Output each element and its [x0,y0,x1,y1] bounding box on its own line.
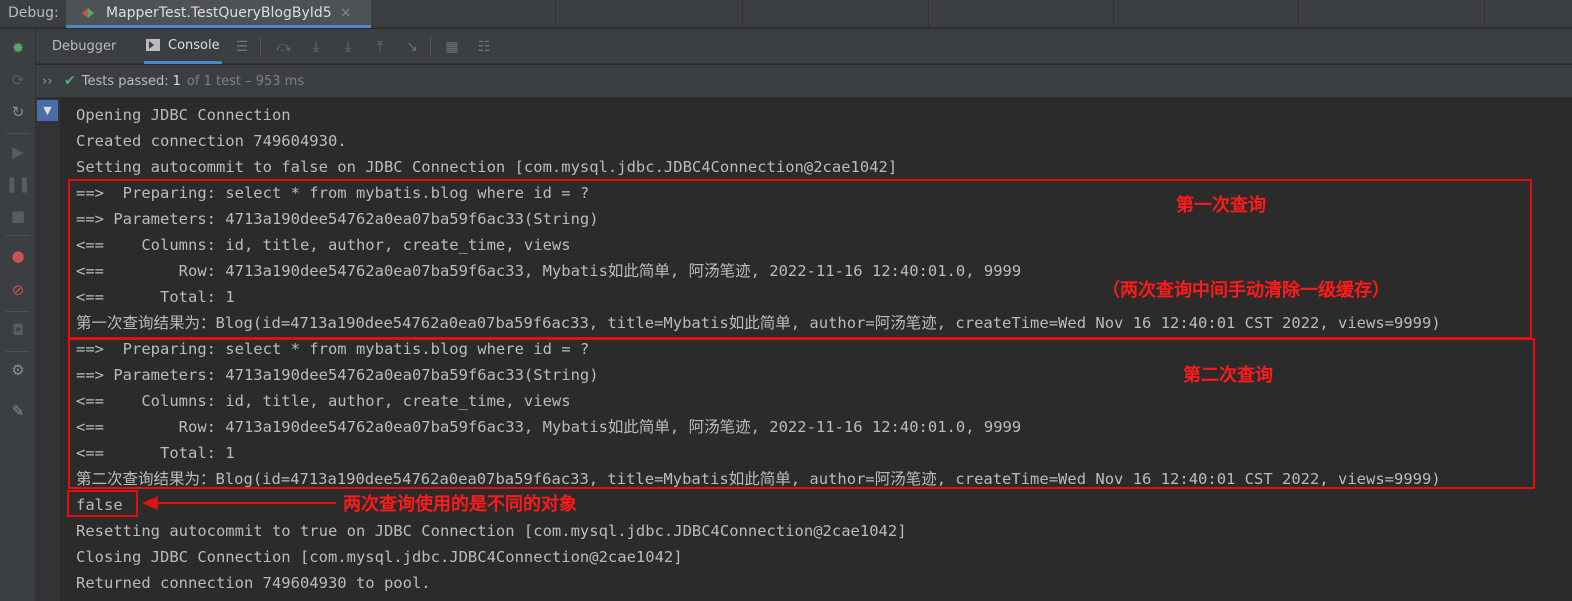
step-into-icon[interactable]: ⤓ [306,37,326,57]
divider [742,0,743,28]
first-query-annotation: 第一次查询 [1176,195,1266,216]
console-gutter: ▼ [36,99,60,601]
trace-icon[interactable]: ☷ [474,37,494,57]
test-status-bar: ›› ✔ Tests passed: 1 of 1 test – 953 ms [36,65,1572,98]
chevron-down-icon[interactable]: ▼ [37,100,58,121]
divider [6,133,30,134]
console-line: Setting autocommit to false on JDBC Conn… [76,158,898,176]
arrow-line [156,502,336,504]
settings-icon[interactable]: ⚙ [7,359,29,381]
tab-console-label: Console [168,37,220,53]
divider [430,37,431,57]
pin-icon[interactable]: ✎ [7,400,29,422]
restore-icon[interactable]: ↻ [7,101,29,123]
junit-icon [82,6,96,20]
check-icon: ✔ [64,73,76,89]
console-line: Returned connection 749604930 to pool. [76,574,431,592]
console-line: Created connection 749604930. [76,132,347,150]
divider [6,235,30,236]
close-icon[interactable]: × [340,5,352,21]
tab-debugger-label: Debugger [52,39,117,54]
divider [1113,0,1114,28]
evaluate-icon[interactable]: ▦ [442,37,462,57]
divider [1484,0,1485,28]
first-query-box [68,179,1532,339]
stop-icon[interactable]: ■ [7,205,29,227]
force-step-into-icon[interactable]: ⤓ [338,37,358,57]
divider [928,0,929,28]
debugger-toolbar: Debugger Console ☰ ⤼ ⤓ ⤓ ⤒ ↘ ▦ ☷ [36,29,1572,64]
step-out-icon[interactable]: ⤒ [370,37,390,57]
tab-title: MapperTest.TestQueryBlogById5 [106,4,332,21]
different-objects-annotation: 两次查询使用的是不同的对象 [343,494,577,515]
pause-icon[interactable]: ❚❚ [5,173,30,195]
debug-tab-bar: Debug: MapperTest.TestQueryBlogById5 × [0,0,1572,28]
clear-cache-annotation: （两次查询中间手动清除一级缓存） [1102,280,1390,301]
divider [260,37,261,57]
tab-console[interactable]: Console [144,29,222,64]
second-query-annotation: 第二次查询 [1183,365,1273,386]
false-result-box [67,490,138,517]
step-over-icon[interactable]: ⤼ [274,37,294,57]
run-config-tab[interactable]: MapperTest.TestQueryBlogById5 × [66,0,371,28]
debug-label: Debug: [8,5,59,21]
tests-passed-count: 1 [172,73,181,89]
divider [6,351,30,352]
divider [1298,0,1299,28]
camera-icon[interactable]: ◘ [7,319,29,341]
tab-debugger[interactable]: Debugger [52,29,116,64]
bug-icon[interactable]: ✹ [7,37,29,59]
console-line: false [76,496,123,514]
second-query-box [68,338,1535,489]
menu-icon[interactable]: ☰ [232,37,252,57]
resume-icon[interactable]: ▶ [7,141,29,163]
console-line: Closing JDBC Connection [com.mysql.jdbc.… [76,548,683,566]
rerun-icon[interactable]: ⟳ [7,69,29,91]
mute-breakpoints-icon[interactable]: ⊘ [7,279,29,301]
run-to-cursor-icon[interactable]: ↘ [402,37,422,57]
divider [6,311,30,312]
tests-passed-label: Tests passed: [81,73,169,89]
console-line: Resetting autocommit to true on JDBC Con… [76,522,907,540]
tests-detail: of 1 test – 953 ms [186,73,305,89]
debug-left-toolbar: ✹ ⟳ ↻ ▶ ❚❚ ■ ● ⊘ ◘ ⚙ ✎ [0,29,36,601]
divider [555,0,556,28]
breakpoints-icon[interactable]: ● [7,245,29,267]
console-line: Opening JDBC Connection [76,106,291,124]
console-icon [146,39,160,51]
expand-chevron-icon[interactable]: ›› [42,74,58,89]
